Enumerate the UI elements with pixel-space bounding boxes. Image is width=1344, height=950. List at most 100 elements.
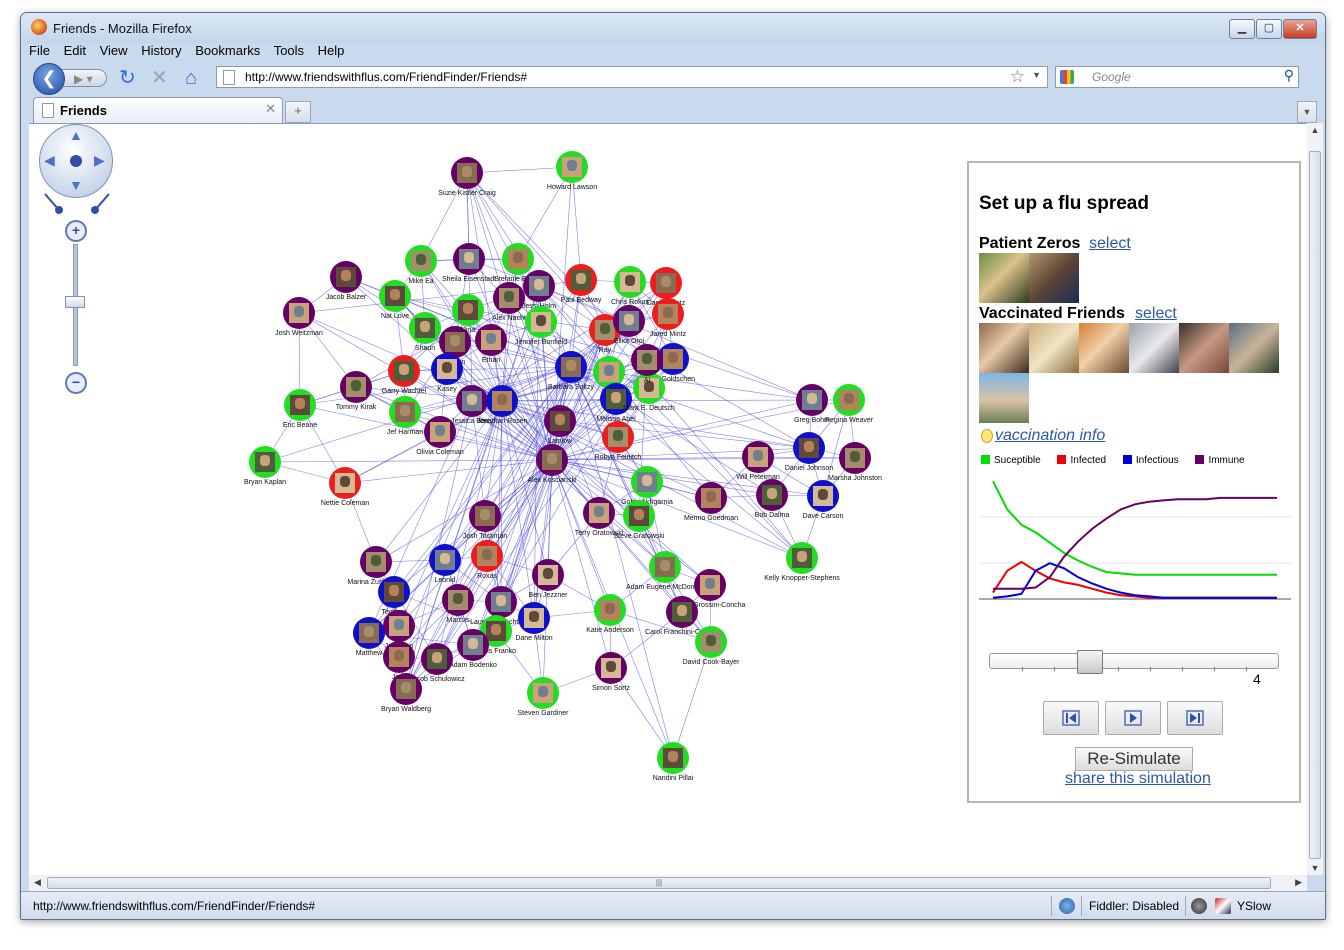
friend-node[interactable]: Nettie Coleman [321, 467, 369, 507]
friend-node[interactable]: Suzie Kistler Craig [438, 157, 496, 197]
menu-help[interactable]: Help [318, 43, 345, 58]
friend-node[interactable]: Jessi Holm [522, 270, 556, 310]
tab-list-button[interactable]: ▼ [1297, 101, 1317, 123]
reload-icon[interactable]: ↻ [119, 67, 136, 89]
friend-node[interactable]: Bryan Kaplan [244, 446, 286, 486]
friend-node[interactable]: Matthew [353, 617, 385, 657]
friend-node[interactable]: Terry Oratowski [575, 497, 624, 537]
friend-node[interactable]: Steven Gardiner [518, 677, 570, 717]
new-tab-button[interactable]: + [285, 101, 311, 123]
friend-node[interactable]: Tommy Kirak [336, 371, 377, 411]
friend-node[interactable]: Garry Wachtel [382, 355, 427, 395]
friend-node[interactable]: Eric Beane [283, 389, 317, 429]
forward-button[interactable]: ▶ ▾ [61, 69, 107, 87]
first-step-button[interactable] [1043, 701, 1099, 735]
friend-node[interactable]: Simon Sortz [592, 652, 631, 692]
bookmark-star-icon[interactable]: ☆ [1010, 67, 1025, 87]
vaccinated-friend-photo[interactable] [1229, 323, 1279, 373]
stop-icon[interactable]: ✕ [151, 67, 168, 89]
friend-node[interactable]: Regina Weaver [825, 384, 874, 424]
vertical-scroll-thumb[interactable] [1309, 151, 1321, 859]
friend-node[interactable]: Nandini Pillai [653, 742, 694, 782]
friend-node[interactable]: Paul Bedway [561, 264, 602, 304]
friend-node[interactable]: Kasey [431, 353, 463, 393]
friend-node[interactable]: Lamlow [544, 405, 576, 445]
time-step-slider[interactable] [989, 650, 1279, 674]
friend-photo-face [624, 314, 634, 325]
close-button[interactable]: ✕ [1283, 19, 1317, 39]
friend-node[interactable]: Marcus [442, 584, 474, 624]
friend-node[interactable]: Sheila Eisenstadt [442, 243, 496, 283]
friend-node[interactable]: Jennifer Bonfield [515, 306, 567, 346]
friend-node[interactable]: Dane Milton [515, 602, 553, 642]
close-tab-icon[interactable]: ✕ [265, 101, 276, 117]
friend-node[interactable]: Leonid [429, 544, 461, 584]
search-bar[interactable]: Google ⚲ [1055, 66, 1299, 88]
vaccinated-friend-photo[interactable] [979, 323, 1029, 373]
scroll-right-icon[interactable]: ▶ [1295, 877, 1302, 888]
back-button[interactable]: ❮ [33, 63, 65, 95]
friend-node[interactable]: Shaun [409, 312, 441, 352]
friend-node[interactable]: Menno Goedman [684, 482, 738, 522]
menu-file[interactable]: File [29, 43, 50, 58]
url-dropdown-icon[interactable]: ▼ [1032, 70, 1041, 80]
fiddler-status[interactable]: Fiddler: Disabled [1089, 899, 1179, 913]
vaccinated-friend-photo[interactable] [979, 373, 1029, 423]
share-simulation-link[interactable]: share this simulation [1065, 770, 1211, 788]
tab-friends[interactable]: Friends ✕ [33, 97, 283, 123]
menu-view[interactable]: View [100, 43, 128, 58]
horizontal-scrollbar[interactable]: ◀ ||| ▶ [29, 875, 1307, 891]
friend-node[interactable]: Alex Nacht [492, 282, 526, 322]
vaccinated-friend-photo[interactable] [1079, 323, 1129, 373]
slider-thumb[interactable] [1077, 650, 1103, 674]
friend-node[interactable]: Bob Dalma [755, 479, 790, 519]
friend-node[interactable]: Mike Ea [405, 245, 437, 285]
vertical-scrollbar[interactable]: ▲ ▼ [1307, 123, 1323, 875]
vaccination-info-link[interactable]: vaccination info [995, 427, 1105, 445]
friend-node[interactable]: Dave Carson [803, 480, 844, 520]
search-icon[interactable]: ⚲ [1284, 67, 1294, 84]
home-icon[interactable]: ⌂ [185, 67, 197, 89]
maximize-button[interactable]: ▢ [1256, 19, 1282, 39]
yslow-icon[interactable] [1215, 898, 1231, 914]
friend-node[interactable]: Jef Harman [387, 396, 423, 436]
friend-node[interactable]: Ben Jezzner [529, 559, 569, 599]
friend-node[interactable]: Kelly Knopper-Stephens [764, 542, 840, 582]
scroll-left-icon[interactable]: ◀ [34, 877, 41, 888]
friend-node[interactable]: Elliot Oroj [613, 305, 645, 345]
friend-name-label: Katie Anderson [586, 627, 634, 634]
resimulate-button[interactable]: Re-Simulate [1075, 747, 1193, 771]
last-step-button[interactable] [1167, 701, 1223, 735]
vaccinated-friend-photo[interactable] [1129, 323, 1179, 373]
friend-node[interactable]: Will Peterman [736, 441, 780, 481]
friend-node[interactable]: Chris Rokos [611, 266, 650, 306]
select-patient-zeros-link[interactable]: select [1089, 235, 1131, 253]
menu-history[interactable]: History [141, 43, 181, 58]
select-vaccinated-link[interactable]: select [1135, 305, 1177, 323]
vaccinated-friend-photo[interactable] [1029, 323, 1079, 373]
patient-zero-photo[interactable] [1029, 253, 1079, 303]
friend-node[interactable]: Nat Love [379, 280, 411, 320]
friend-node[interactable]: Josh Weitzman [275, 297, 323, 337]
friend-node[interactable]: Howard Lawson [547, 151, 597, 191]
menu-tools[interactable]: Tools [274, 43, 304, 58]
scroll-up-icon[interactable]: ▲ [1307, 125, 1323, 135]
horizontal-scroll-thumb[interactable]: ||| [47, 877, 1271, 889]
url-bar[interactable]: http://www.friendswithflus.com/FriendFin… [216, 66, 1048, 88]
google-icon[interactable] [1060, 70, 1074, 84]
globe-icon[interactable] [1059, 898, 1075, 914]
friend-network-graph[interactable]: Suzie Kistler Craig Howard Lawson Jacob Ba… [29, 124, 959, 864]
patient-zero-photo[interactable] [979, 253, 1029, 303]
menu-edit[interactable]: Edit [64, 43, 86, 58]
vaccinated-friend-photo[interactable] [1179, 323, 1229, 373]
play-button[interactable] [1105, 701, 1161, 735]
scroll-down-icon[interactable]: ▼ [1307, 863, 1323, 873]
friend-node[interactable]: Jacob Balzer [326, 261, 367, 301]
minimize-button[interactable]: ▁ [1229, 19, 1255, 39]
friend-node[interactable]: Teodoro [378, 576, 410, 616]
firebug-icon[interactable] [1191, 898, 1207, 914]
menu-bookmarks[interactable]: Bookmarks [195, 43, 260, 58]
friend-node[interactable]: Ethan [475, 324, 507, 364]
yslow-label[interactable]: YSlow [1237, 899, 1271, 913]
friend-node[interactable]: Katie Anderson [586, 594, 634, 634]
